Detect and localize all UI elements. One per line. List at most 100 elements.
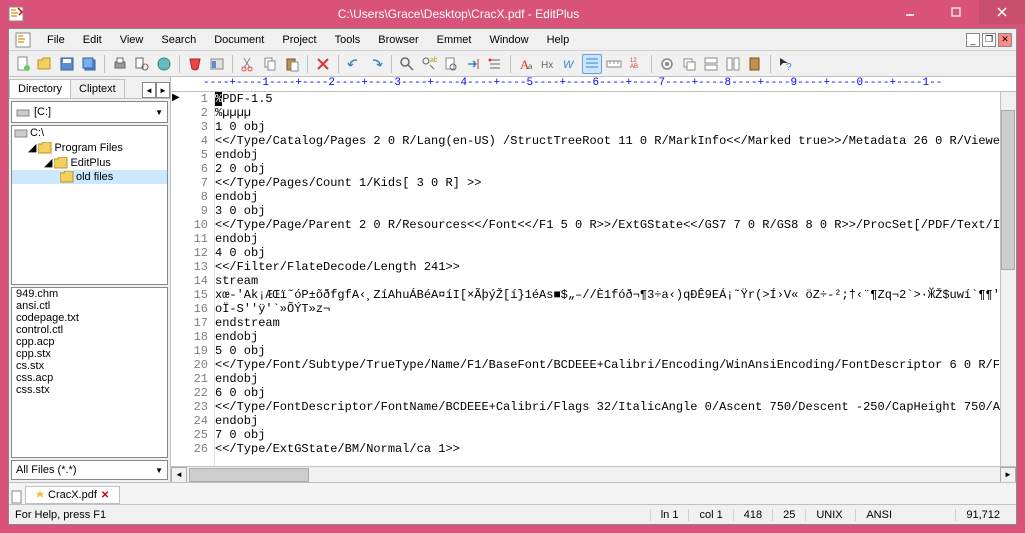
statusbar: For Help, press F1 ln 1 col 1 418 25 UNI… (9, 504, 1016, 524)
status-line: ln 1 (650, 509, 689, 521)
drive-icon (14, 127, 28, 139)
mdi-minimize-button[interactable]: _ (966, 33, 980, 47)
tree-item[interactable]: ◢EditPlus (12, 155, 167, 170)
close-button[interactable] (979, 0, 1025, 24)
status-help: For Help, press F1 (15, 509, 650, 521)
tab-prev-button[interactable]: ◄ (142, 82, 156, 98)
status-c1: 418 (733, 509, 772, 521)
menu-tools[interactable]: Tools (327, 32, 369, 48)
scrollbar-thumb[interactable] (1001, 110, 1015, 270)
menu-file[interactable]: File (39, 32, 73, 48)
scroll-left-button[interactable]: ◄ (171, 467, 187, 483)
tree-item[interactable]: ◢Program Files (12, 140, 167, 155)
doc-tab-menu[interactable] (9, 490, 25, 504)
showall-button[interactable]: 12AB (626, 54, 646, 74)
tile-h-button[interactable] (701, 54, 721, 74)
batch-button[interactable] (745, 54, 765, 74)
delete-button[interactable] (313, 54, 333, 74)
menu-window[interactable]: Window (481, 32, 536, 48)
undo-button[interactable] (344, 54, 364, 74)
drive-label: [C:] (34, 106, 51, 118)
tab-next-button[interactable]: ► (156, 82, 170, 98)
print-button[interactable] (110, 54, 130, 74)
replace-button[interactable]: ab (419, 54, 439, 74)
menu-browser[interactable]: Browser (370, 32, 426, 48)
status-encoding: ANSI (855, 509, 955, 521)
folder-tree[interactable]: C:\ ◢Program Files ◢EditPlus old files (11, 125, 168, 285)
browser-preview-button[interactable] (154, 54, 174, 74)
file-filter-combo[interactable]: All Files (*.*) (11, 460, 168, 480)
marker-column: ▶ (171, 92, 181, 466)
svg-text:AB: AB (630, 64, 638, 70)
tree-item[interactable]: C:\ (12, 126, 167, 140)
mdi-restore-button[interactable]: ❐ (982, 33, 996, 47)
horizontal-scrollbar[interactable]: ◄ ► (171, 466, 1016, 482)
tree-item[interactable]: old files (12, 170, 167, 184)
paste-button[interactable] (282, 54, 302, 74)
titlebar[interactable]: C:\Users\Grace\Desktop\CracX.pdf - EditP… (0, 0, 1025, 28)
file-item[interactable]: css.acp (12, 372, 167, 384)
file-item[interactable]: css.stx (12, 384, 167, 396)
goto-line-button[interactable] (463, 54, 483, 74)
svg-text:?: ? (786, 62, 792, 72)
file-item[interactable]: ansi.ctl (12, 300, 167, 312)
funclist-button[interactable] (485, 54, 505, 74)
file-item[interactable]: control.ctl (12, 324, 167, 336)
mdi-close-button[interactable]: ✕ (998, 33, 1012, 47)
html-toolbar-button[interactable] (185, 54, 205, 74)
save-all-button[interactable] (79, 54, 99, 74)
menu-emmet[interactable]: Emmet (429, 32, 480, 48)
directory-button[interactable] (207, 54, 227, 74)
file-item[interactable]: codepage.txt (12, 312, 167, 324)
code-editor[interactable]: %PDF-1.5%µµµµ1 0 obj<</Type/Catalog/Page… (215, 92, 1000, 466)
folder-icon (38, 142, 52, 154)
drive-icon (16, 105, 30, 119)
wordwrap-button[interactable]: W (560, 54, 580, 74)
tab-directory[interactable]: Directory (9, 79, 71, 98)
line-marker-icon: ▶ (171, 92, 181, 103)
file-item[interactable]: cpp.stx (12, 348, 167, 360)
tab-cliptext[interactable]: Cliptext (70, 79, 125, 98)
file-list[interactable]: 949.chm ansi.ctl codepage.txt control.ct… (11, 287, 168, 458)
tab-close-button[interactable]: ✕ (101, 490, 109, 501)
print-preview-button[interactable] (132, 54, 152, 74)
scroll-right-button[interactable]: ► (1000, 467, 1016, 483)
ruler-button[interactable] (604, 54, 624, 74)
find-in-files-button[interactable] (441, 54, 461, 74)
maximize-button[interactable] (933, 0, 979, 24)
tile-v-button[interactable] (723, 54, 743, 74)
file-item[interactable]: cpp.acp (12, 336, 167, 348)
hex-button[interactable]: Hx (538, 54, 558, 74)
vertical-scrollbar[interactable] (1000, 92, 1016, 466)
open-file-button[interactable] (35, 54, 55, 74)
menu-edit[interactable]: Edit (75, 32, 110, 48)
font-normal-button[interactable]: Aa (516, 54, 536, 74)
menu-view[interactable]: View (112, 32, 152, 48)
status-eol: UNIX (805, 509, 855, 521)
menu-project[interactable]: Project (274, 32, 324, 48)
minimize-button[interactable] (887, 0, 933, 24)
find-button[interactable] (397, 54, 417, 74)
menu-document[interactable]: Document (206, 32, 272, 48)
document-tab[interactable]: CracX.pdf ✕ (25, 486, 120, 504)
menubar: File Edit View Search Document Project T… (9, 29, 1016, 51)
file-item[interactable]: cs.stx (12, 360, 167, 372)
ruler: ----+----1----+----2----+----3----+----4… (171, 77, 1016, 92)
windows-button[interactable] (679, 54, 699, 74)
whatsthis-button[interactable]: ? (776, 54, 796, 74)
line-number-button[interactable] (582, 54, 602, 74)
drive-combo[interactable]: [C:] (11, 101, 168, 123)
folder-icon (60, 171, 74, 183)
menu-search[interactable]: Search (153, 32, 204, 48)
tree-expand-icon: ◢ (28, 141, 36, 154)
cut-button[interactable] (238, 54, 258, 74)
menu-help[interactable]: Help (539, 32, 578, 48)
new-file-button[interactable] (13, 54, 33, 74)
copy-button[interactable] (260, 54, 280, 74)
settings-button[interactable] (657, 54, 677, 74)
scrollbar-thumb[interactable] (189, 468, 309, 482)
line-number-gutter: 1234567891011121314151617181920212223242… (181, 92, 215, 466)
save-button[interactable] (57, 54, 77, 74)
file-item[interactable]: 949.chm (12, 288, 167, 300)
redo-button[interactable] (366, 54, 386, 74)
